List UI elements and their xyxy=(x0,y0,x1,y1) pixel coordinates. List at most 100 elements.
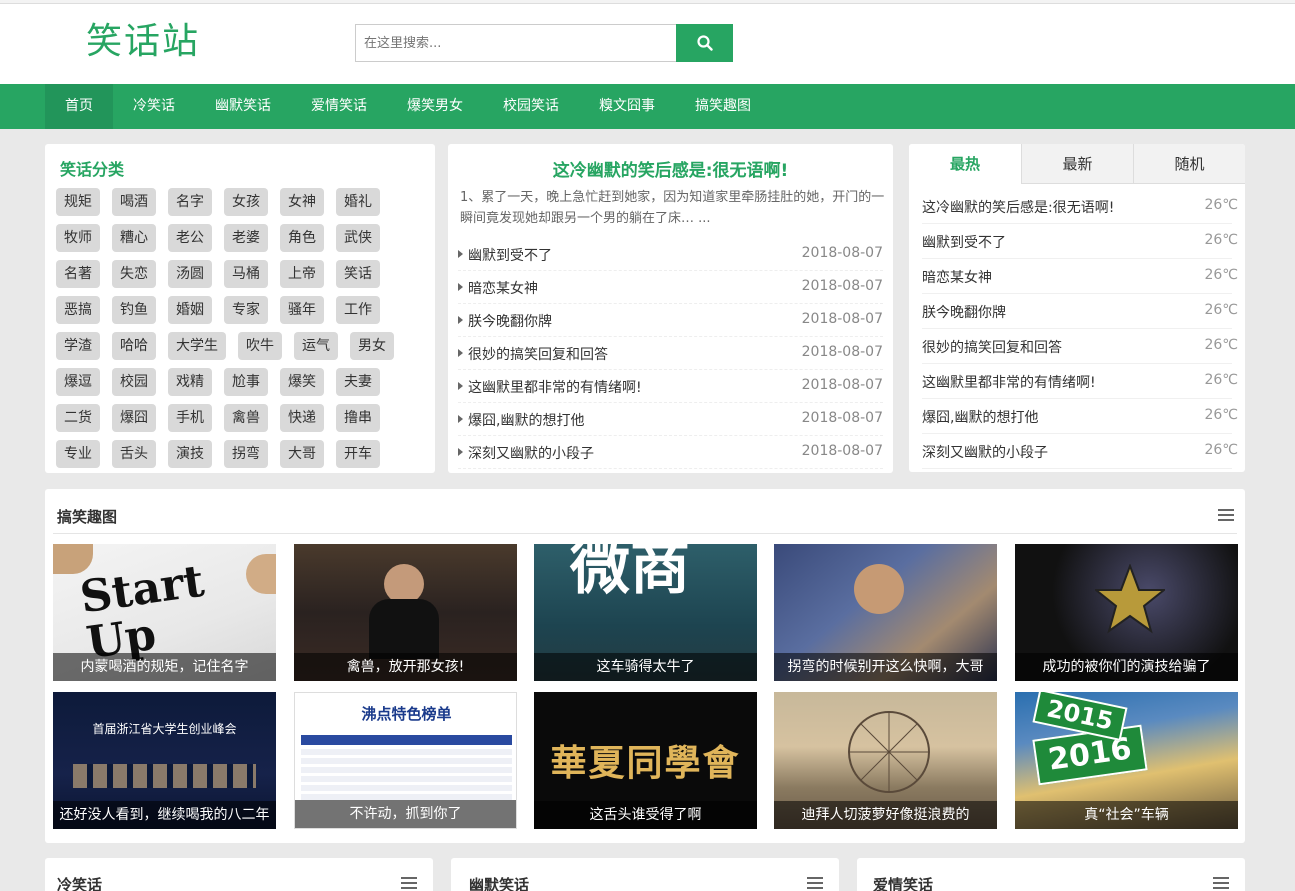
ranking-item-title[interactable]: 暗恋某女神 xyxy=(922,267,992,287)
list-item-title[interactable]: 朕今晚翻你牌 xyxy=(468,311,552,331)
nav-humor-jokes[interactable]: 幽默笑话 xyxy=(195,84,291,129)
category-tag[interactable]: 喝酒 xyxy=(112,188,156,216)
category-tag[interactable]: 学渣 xyxy=(56,332,100,360)
category-tag[interactable]: 运气 xyxy=(294,332,338,360)
pic-card[interactable]: 沸点特色榜单 不许动，抓到你了 xyxy=(294,692,517,829)
category-tag[interactable]: 女孩 xyxy=(224,188,268,216)
list-item[interactable]: 爆囧,幽默的想打他 2018-08-07 xyxy=(458,403,883,436)
nav-embarrassing-stories[interactable]: 糗文囧事 xyxy=(579,84,675,129)
tab-hottest[interactable]: 最热 xyxy=(909,144,1021,184)
category-tag[interactable]: 爆囧 xyxy=(112,404,156,432)
list-item-title[interactable]: 爆囧,幽默的想打他 xyxy=(468,410,584,430)
ranking-item[interactable]: 这冷幽默的笑后感是:很无语啊! 26℃ xyxy=(922,189,1238,224)
category-tag[interactable]: 角色 xyxy=(280,224,324,252)
pic-card[interactable]: 禽兽，放开那女孩! xyxy=(294,544,517,681)
category-tag[interactable]: 禽兽 xyxy=(224,404,268,432)
list-item[interactable]: 很妙的搞笑回复和回答 2018-08-07 xyxy=(458,337,883,370)
category-tag[interactable]: 上帝 xyxy=(280,260,324,288)
nav-funny-men-women[interactable]: 爆笑男女 xyxy=(387,84,483,129)
nav-home[interactable]: 首页 xyxy=(45,84,113,129)
list-icon[interactable] xyxy=(1213,877,1229,889)
ranking-item[interactable]: 爆囧,幽默的想打他 26℃ xyxy=(922,399,1238,434)
pic-card[interactable]: 2016 2015 真“社会”车辆 xyxy=(1015,692,1238,829)
category-tag[interactable]: 手机 xyxy=(168,404,212,432)
category-tag[interactable]: 校园 xyxy=(112,368,156,396)
category-tag[interactable]: 快递 xyxy=(280,404,324,432)
search-input[interactable] xyxy=(355,24,677,62)
section-title[interactable]: 爱情笑话 xyxy=(873,874,933,891)
ranking-item-title[interactable]: 这幽默里都非常的有情绪啊! xyxy=(922,372,1096,392)
ranking-item[interactable]: 暗恋某女神 26℃ xyxy=(922,259,1238,294)
section-title[interactable]: 冷笑话 xyxy=(57,874,102,891)
category-tag[interactable]: 牧师 xyxy=(56,224,100,252)
site-logo[interactable]: 笑话站 xyxy=(86,20,200,64)
ranking-item[interactable]: 幽默到受不了 26℃ xyxy=(922,224,1238,259)
ranking-item[interactable]: 很妙的搞笑回复和回答 26℃ xyxy=(922,329,1238,364)
list-item-title[interactable]: 暗恋某女神 xyxy=(468,278,538,298)
category-tag[interactable]: 撸串 xyxy=(336,404,380,432)
section-title[interactable]: 幽默笑话 xyxy=(469,874,529,891)
nav-funny-pics[interactable]: 搞笑趣图 xyxy=(675,84,771,129)
ranking-item-title[interactable]: 很妙的搞笑回复和回答 xyxy=(922,337,1062,357)
category-tag[interactable]: 爆笑 xyxy=(280,368,324,396)
nav-love-jokes[interactable]: 爱情笑话 xyxy=(291,84,387,129)
list-item-title[interactable]: 这幽默里都非常的有情绪啊! xyxy=(468,377,642,397)
category-tag[interactable]: 大学生 xyxy=(168,332,226,360)
list-item-title[interactable]: 很妙的搞笑回复和回答 xyxy=(468,344,608,364)
category-tag[interactable]: 吹牛 xyxy=(238,332,282,360)
category-tag[interactable]: 笑话 xyxy=(336,260,380,288)
list-item[interactable]: 这幽默里都非常的有情绪啊! 2018-08-07 xyxy=(458,370,883,403)
category-tag[interactable]: 爆逗 xyxy=(56,368,100,396)
category-tag[interactable]: 武侠 xyxy=(336,224,380,252)
tab-random[interactable]: 随机 xyxy=(1133,144,1245,184)
ranking-item-title[interactable]: 朕今晚翻你牌 xyxy=(922,302,1006,322)
pic-card[interactable]: 首届浙江省大学生创业峰会 还好没人看到，继续喝我的八二年 xyxy=(53,692,276,829)
list-item[interactable]: 深刻又幽默的小段子 2018-08-07 xyxy=(458,436,883,469)
pic-card[interactable]: Start Up 内蒙喝酒的规矩，记住名字 xyxy=(53,544,276,681)
list-icon[interactable] xyxy=(401,877,417,889)
category-tag[interactable]: 哈哈 xyxy=(112,332,156,360)
funny-pics-title[interactable]: 搞笑趣图 xyxy=(57,506,117,527)
category-tag[interactable]: 婚姻 xyxy=(168,296,212,324)
tab-newest[interactable]: 最新 xyxy=(1021,144,1133,184)
category-tag[interactable]: 尬事 xyxy=(224,368,268,396)
category-tag[interactable]: 婚礼 xyxy=(336,188,380,216)
category-tag[interactable]: 舌头 xyxy=(112,440,156,468)
list-item[interactable]: 幽默到受不了 2018-08-07 xyxy=(458,238,883,271)
category-tag[interactable]: 汤圆 xyxy=(168,260,212,288)
category-tag[interactable]: 失恋 xyxy=(112,260,156,288)
ranking-item-title[interactable]: 这冷幽默的笑后感是:很无语啊! xyxy=(922,197,1114,217)
category-tag[interactable]: 糟心 xyxy=(112,224,156,252)
category-tag[interactable]: 老公 xyxy=(168,224,212,252)
category-tag[interactable]: 马桶 xyxy=(224,260,268,288)
category-tag[interactable]: 演技 xyxy=(168,440,212,468)
category-tag[interactable]: 工作 xyxy=(336,296,380,324)
list-icon[interactable] xyxy=(1218,509,1234,521)
category-tag[interactable]: 钓鱼 xyxy=(112,296,156,324)
featured-title[interactable]: 这冷幽默的笑后感是:很无语啊! xyxy=(448,156,893,181)
ranking-item[interactable]: 深刻又幽默的小段子 26℃ xyxy=(922,434,1238,469)
pic-card[interactable]: 微商 这车骑得太牛了 xyxy=(534,544,757,681)
list-item-title[interactable]: 深刻又幽默的小段子 xyxy=(468,443,594,463)
nav-campus-jokes[interactable]: 校园笑话 xyxy=(483,84,579,129)
list-item-title[interactable]: 幽默到受不了 xyxy=(468,245,552,265)
category-tag[interactable]: 拐弯 xyxy=(224,440,268,468)
category-tag[interactable]: 专业 xyxy=(56,440,100,468)
category-tag[interactable]: 专家 xyxy=(224,296,268,324)
pic-card[interactable]: 成功的被你们的演技给骗了 xyxy=(1015,544,1238,681)
pic-card[interactable]: 迪拜人切菠萝好像挺浪费的 xyxy=(774,692,997,829)
list-item[interactable]: 朕今晚翻你牌 2018-08-07 xyxy=(458,304,883,337)
category-tag[interactable]: 大哥 xyxy=(280,440,324,468)
category-tag[interactable]: 女神 xyxy=(280,188,324,216)
category-tag[interactable]: 老婆 xyxy=(224,224,268,252)
ranking-item-title[interactable]: 爆囧,幽默的想打他 xyxy=(922,407,1038,427)
category-tag[interactable]: 规矩 xyxy=(56,188,100,216)
ranking-item-title[interactable]: 深刻又幽默的小段子 xyxy=(922,442,1048,462)
category-tag[interactable]: 骚年 xyxy=(280,296,324,324)
ranking-item-title[interactable]: 幽默到受不了 xyxy=(922,232,1006,252)
pic-card[interactable]: 華夏同學會 这舌头谁受得了啊 xyxy=(534,692,757,829)
category-tag[interactable]: 二货 xyxy=(56,404,100,432)
category-tag[interactable]: 开车 xyxy=(336,440,380,468)
category-tag[interactable]: 名著 xyxy=(56,260,100,288)
search-button[interactable] xyxy=(676,24,733,62)
